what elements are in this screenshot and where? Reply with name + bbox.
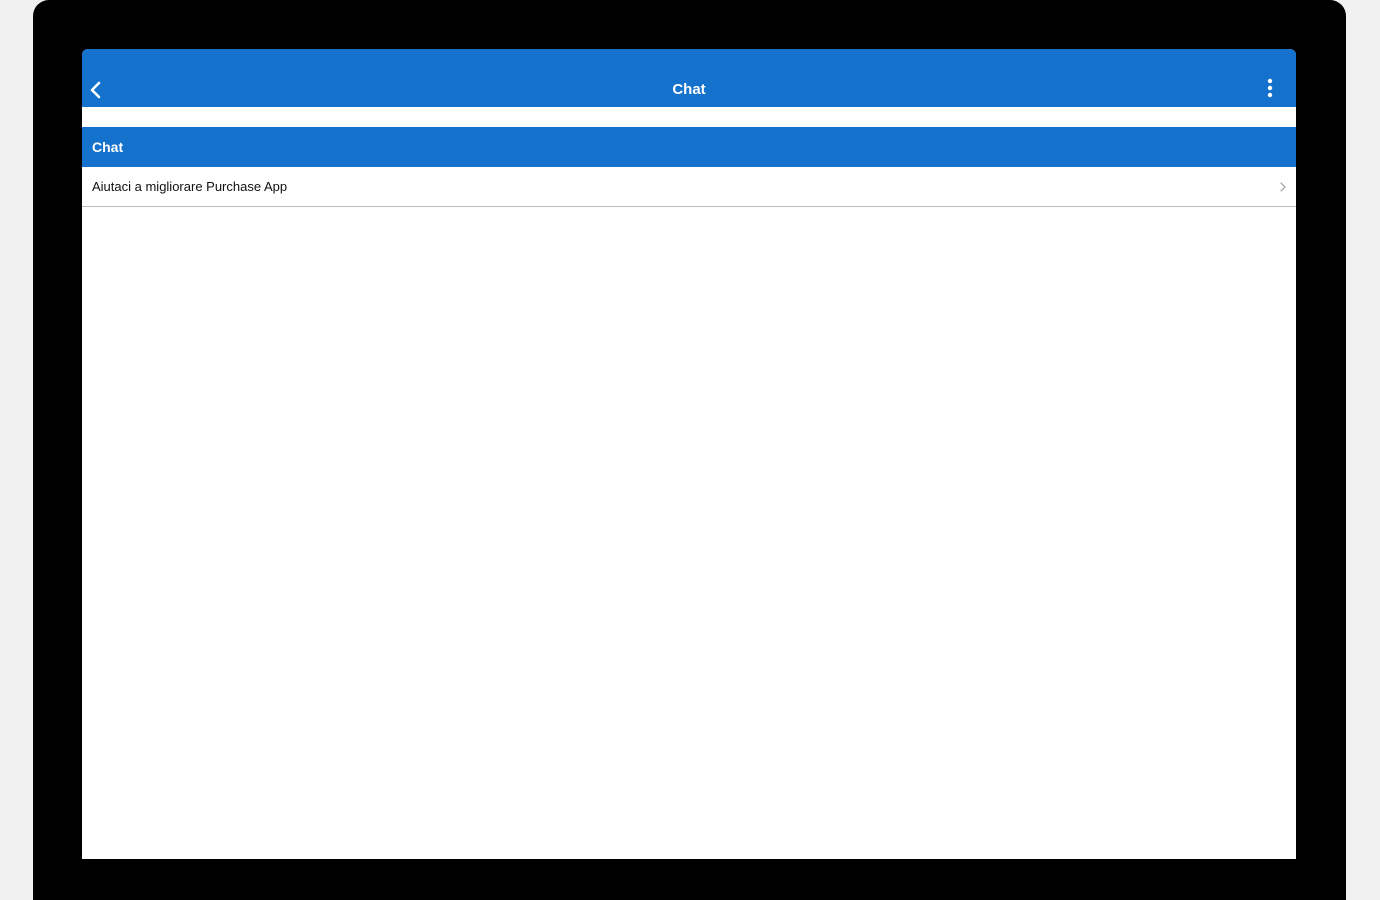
page-title: Chat	[672, 81, 706, 98]
section-header: Chat	[82, 127, 1296, 167]
app-screen: Chat Chat Aiutaci a migliorare Purchase …	[82, 49, 1296, 859]
list-item-label: Aiutaci a migliorare Purchase App	[92, 179, 288, 194]
app-bar: Chat	[82, 49, 1296, 107]
chevron-right-icon	[1280, 182, 1286, 192]
list-item-feedback[interactable]: Aiutaci a migliorare Purchase App	[82, 167, 1296, 207]
more-options-button[interactable]	[1258, 73, 1282, 103]
more-vertical-icon	[1267, 78, 1273, 98]
